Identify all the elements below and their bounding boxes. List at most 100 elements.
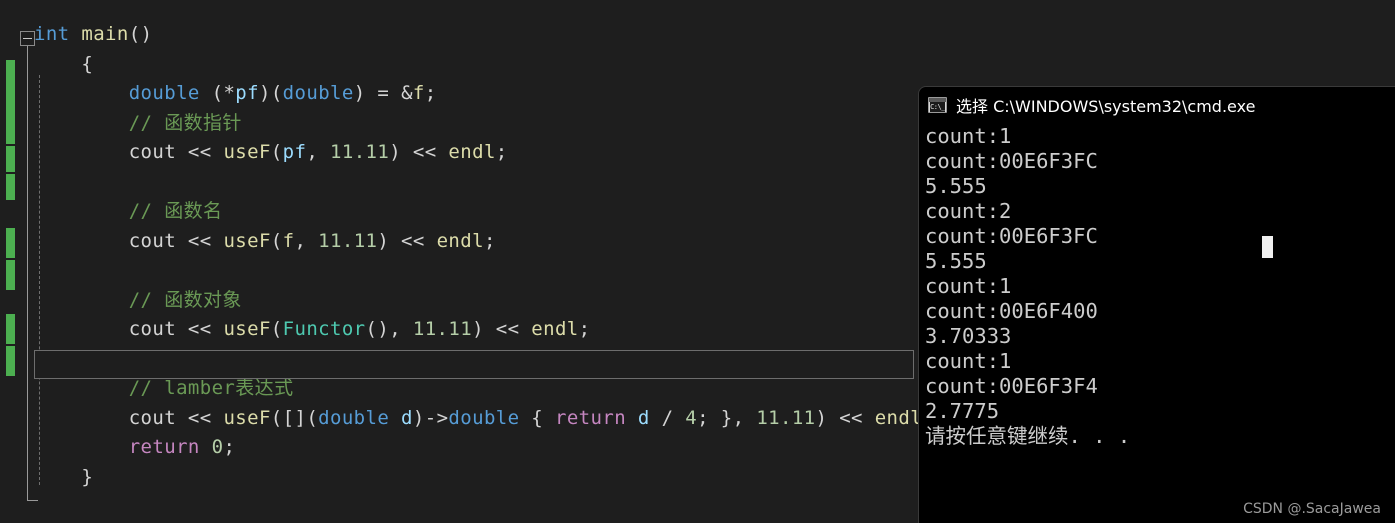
code-token: ; <box>578 318 591 340</box>
change-bar <box>6 146 15 172</box>
code-line[interactable] <box>34 256 934 286</box>
code-token: ( <box>270 318 283 340</box>
code-token: ) << <box>377 229 437 252</box>
code-line[interactable]: // 函数指针 <box>34 109 934 139</box>
code-lines: int main() { double (*pf)(double) = &f; … <box>34 20 934 492</box>
code-token: d <box>401 406 413 429</box>
screen-root: int main() { double (*pf)(double) = &f; … <box>0 0 1395 523</box>
change-bar <box>6 60 15 144</box>
code-token: pf <box>282 141 307 163</box>
current-line-highlight[interactable] <box>34 350 914 379</box>
code-token: ; <box>424 82 437 104</box>
console-title-bar[interactable]: C:\_ 选择 C:\WINDOWS\system32\cmd.exe <box>919 87 1395 123</box>
code-token: )( <box>258 82 283 104</box>
code-token: 11.11 <box>756 406 816 429</box>
console-output-line: count:00E6F3FC <box>925 149 1098 173</box>
block-scope-line <box>27 46 28 501</box>
code-token: } <box>81 465 94 488</box>
csdn-watermark: CSDN @.SacaJawea <box>1243 501 1381 517</box>
collapse-toggle-icon[interactable] <box>20 31 35 46</box>
change-bar <box>6 174 15 200</box>
code-token: () <box>128 23 153 45</box>
code-line[interactable]: cout << useF(pf, 11.11) << endl; <box>34 138 934 168</box>
code-token: ( <box>270 141 283 163</box>
code-token: cout <box>128 406 177 429</box>
code-line[interactable]: { <box>34 50 934 80</box>
code-line[interactable]: } <box>34 463 934 493</box>
code-token: cout <box>128 141 177 163</box>
code-line[interactable] <box>34 168 934 198</box>
code-token: d <box>637 406 650 429</box>
code-line[interactable]: int main() <box>34 20 934 50</box>
console-output-area[interactable]: count:1 count:00E6F3FC 5.555 count:2 count:0… <box>919 123 1395 449</box>
console-text-cursor <box>1262 236 1273 258</box>
code-token: f <box>282 229 295 252</box>
code-token: 11.11 <box>412 318 473 340</box>
console-output-line: count:00E6F3F4 <box>925 374 1098 398</box>
code-token: int <box>34 23 70 45</box>
console-output-line: count:00E6F3FC <box>925 224 1098 248</box>
console-output-line: count:1 <box>925 349 1012 373</box>
code-token: // lamber表达式 <box>128 377 294 399</box>
code-token: cout <box>128 229 177 252</box>
code-text-area[interactable]: int main() { double (*pf)(double) = &f; … <box>34 20 934 492</box>
code-token: << <box>176 318 224 340</box>
code-token: double <box>448 406 520 429</box>
code-line[interactable]: return 0; <box>34 433 934 463</box>
code-token: ) = & <box>353 82 413 104</box>
code-token: ([]( <box>270 406 319 429</box>
code-token: // 函数名 <box>128 200 223 222</box>
console-output-line: 2.7775 <box>925 399 1000 423</box>
code-token: main <box>81 23 129 45</box>
code-token: , <box>306 141 331 163</box>
code-token: ; <box>495 141 508 163</box>
block-scope-foot <box>27 500 38 501</box>
code-token: ) << <box>815 406 875 429</box>
code-line[interactable]: cout << useF(f, 11.11) << endl; <box>34 227 934 257</box>
code-token: endl <box>874 406 923 429</box>
code-token: endl <box>531 318 579 340</box>
code-token: endl <box>448 141 496 163</box>
change-bar <box>6 228 15 258</box>
code-token: useF <box>223 141 271 163</box>
code-token: , <box>294 229 319 252</box>
editor-change-gutter <box>0 0 20 523</box>
code-token: return <box>128 436 200 458</box>
code-line[interactable]: // 函数对象 <box>34 286 934 316</box>
console-output-line: count:1 <box>925 124 1012 148</box>
code-token: ; <box>483 229 496 252</box>
change-bar <box>6 346 15 376</box>
code-line[interactable]: double (*pf)(double) = &f; <box>34 79 934 109</box>
code-token: ) << <box>389 141 449 163</box>
code-token: 0 <box>211 436 224 458</box>
code-token: << <box>176 141 224 163</box>
code-token: { <box>81 52 94 75</box>
code-token: useF <box>223 229 271 252</box>
code-token: ( <box>270 229 283 252</box>
cmd-console-window[interactable]: C:\_ 选择 C:\WINDOWS\system32\cmd.exe coun… <box>918 86 1395 523</box>
code-token: endl <box>436 229 484 252</box>
code-token: f <box>412 82 425 104</box>
code-token: (* <box>199 82 236 104</box>
console-output-line: 请按任意键继续. . . <box>925 424 1131 448</box>
cmd-exe-icon: C:\_ <box>928 97 947 113</box>
code-line[interactable]: // 函数名 <box>34 197 934 227</box>
code-token: ; }, <box>697 406 757 429</box>
code-token: useF <box>223 406 271 429</box>
code-line[interactable]: cout << useF([](double d)->double { retu… <box>34 404 934 434</box>
console-lines: count:1 count:00E6F3FC 5.555 count:2 count:0… <box>925 124 1395 449</box>
code-line[interactable]: cout << useF(Functor(), 11.11) << endl; <box>34 315 934 345</box>
